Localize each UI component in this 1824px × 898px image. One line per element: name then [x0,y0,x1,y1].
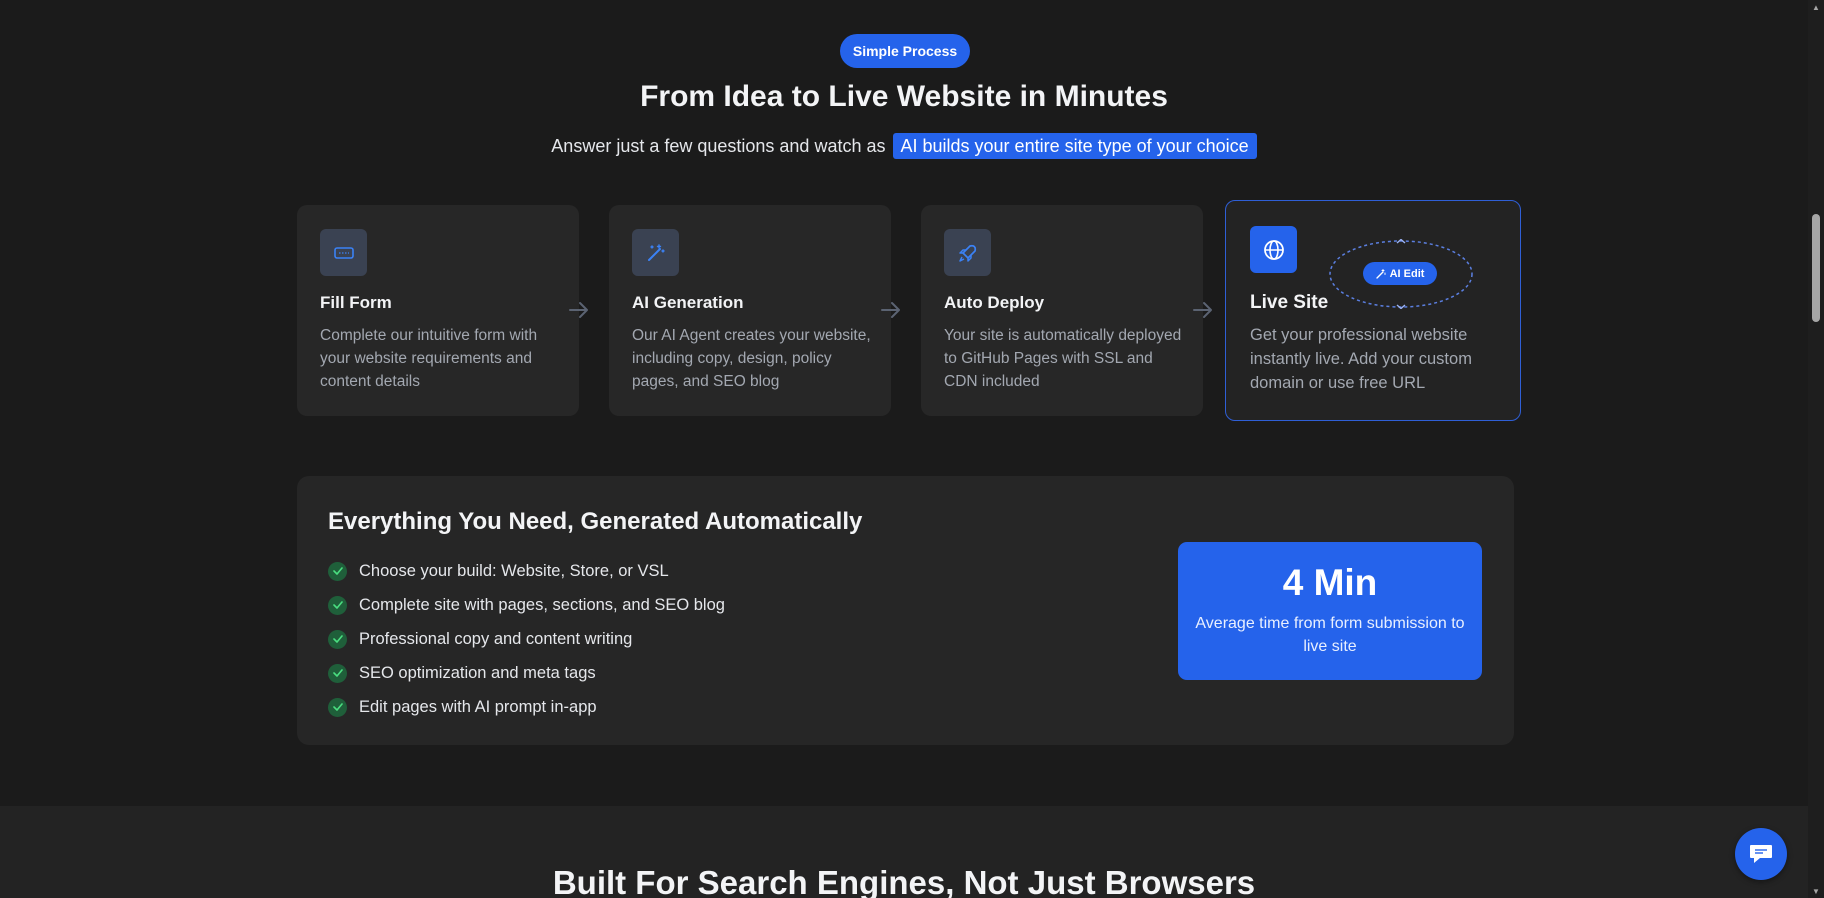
section-subtitle: Answer just a few questions and watch as… [0,131,1808,161]
step-description: Our AI Agent creates your website, inclu… [632,327,871,390]
subtitle-highlight: AI builds your entire site type of your … [892,133,1257,159]
next-section-title: Built For Search Engines, Not Just Brows… [552,864,1256,898]
subtitle-text: Answer just a few questions and watch as [551,136,886,156]
stat-value: 4 Min [1282,562,1378,603]
check-icon [328,663,347,683]
feature-text: SEO optimization and meta tags [359,663,596,682]
step-card-live-site: Live Site AI Edit Get your professional … [1225,200,1521,421]
scrollbar-thumb[interactable] [1812,214,1820,322]
check-icon [328,561,347,581]
list-item: SEO optimization and meta tags [328,656,725,690]
feature-text: Choose your build: Website, Store, or VS… [359,561,669,580]
scrollbar[interactable]: ▲ ▼ [1808,0,1824,898]
list-item: Professional copy and content writing [328,622,725,656]
feature-text: Professional copy and content writing [359,629,633,648]
stat-label: Average time from form submission to liv… [1195,615,1465,655]
arrow-right-icon [877,298,905,322]
step-description: Get your professional website instantly … [1250,326,1472,392]
chat-button[interactable] [1735,828,1787,880]
step-title: Live Site [1250,292,1329,313]
next-section: Built For Search Engines, Not Just Brows… [0,806,1808,898]
scroll-up-icon[interactable]: ▲ [1808,0,1824,14]
globe-icon [1250,226,1297,273]
section-badge: Simple Process [840,34,970,68]
step-title: AI Generation [632,293,744,312]
list-item: Choose your build: Website, Store, or VS… [328,554,725,588]
step-title: Auto Deploy [944,293,1045,312]
step-title: Fill Form [320,293,392,312]
form-icon [320,229,367,276]
feature-text: Complete site with pages, sections, and … [359,595,725,614]
rocket-icon [944,229,991,276]
features-list: Choose your build: Website, Store, or VS… [328,554,725,724]
magic-wand-icon [1375,268,1386,279]
features-panel: Everything You Need, Generated Automatic… [297,476,1514,745]
ai-edit-indicator: AI Edit [1328,239,1474,309]
arrow-right-icon [1189,298,1217,322]
section-title: From Idea to Live Website in Minutes [640,80,1168,113]
scroll-down-icon[interactable]: ▼ [1808,884,1824,898]
step-description: Complete our intuitive form with your we… [320,327,538,390]
list-item: Complete site with pages, sections, and … [328,588,725,622]
list-item: Edit pages with AI prompt in-app [328,690,725,724]
chat-icon [1750,845,1772,863]
magic-wand-icon [632,229,679,276]
step-description: Your site is automatically deployed to G… [944,327,1182,390]
check-icon [328,595,347,615]
stat-card: 4 Min Average time from form submission … [1178,542,1482,680]
check-icon [328,629,347,649]
step-card-auto-deploy: Auto Deploy Your site is automatically d… [921,205,1203,416]
feature-text: Edit pages with AI prompt in-app [359,697,597,716]
step-card-ai-generation: AI Generation Our AI Agent creates your … [609,205,891,416]
ai-edit-label: AI Edit [1389,267,1425,280]
arrow-right-icon [565,298,593,322]
features-title: Everything You Need, Generated Automatic… [328,508,863,535]
check-icon [328,697,347,717]
page: Simple Process From Idea to Live Website… [0,0,1808,898]
ai-edit-pill[interactable]: AI Edit [1363,262,1437,285]
step-card-fill-form: Fill Form Complete our intuitive form wi… [297,205,579,416]
